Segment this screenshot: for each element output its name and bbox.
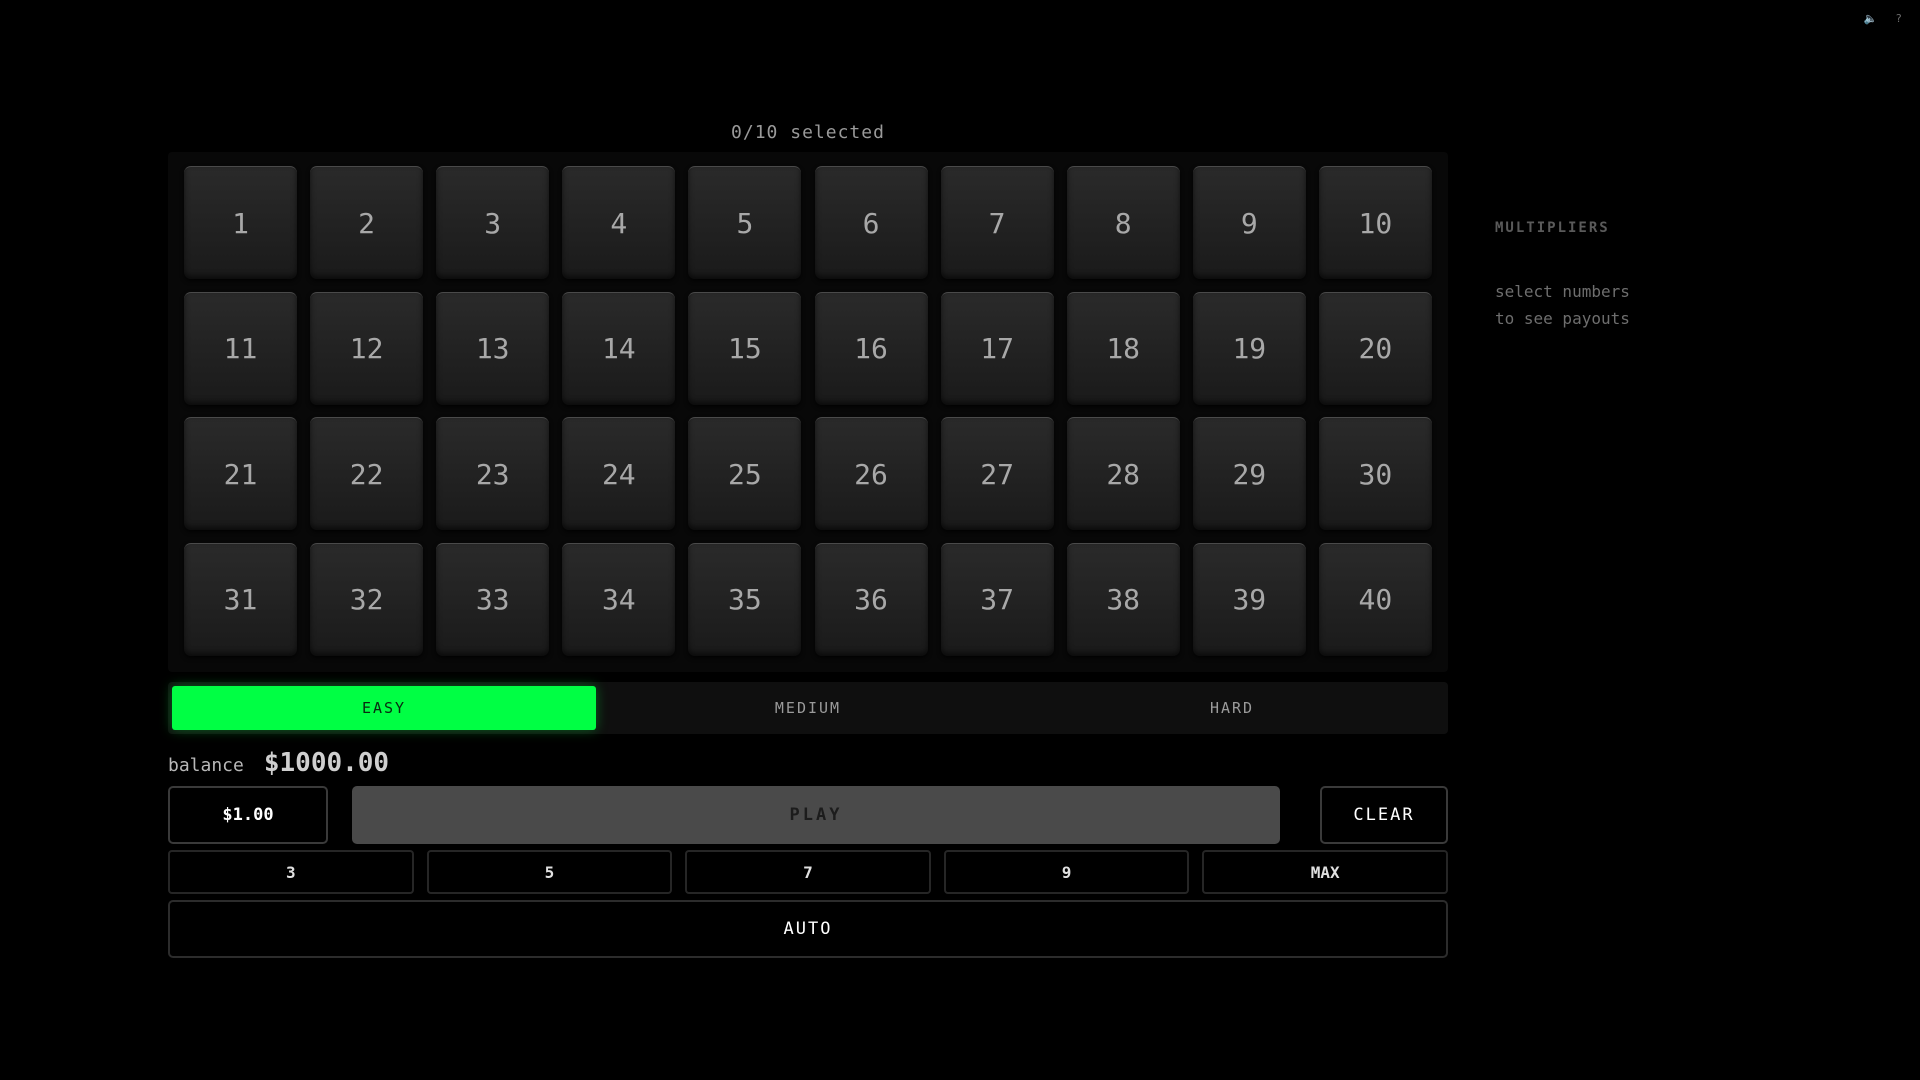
number-cell-17[interactable]: 17 <box>940 291 1054 405</box>
quick-pick-row: 3 5 7 9 MAX <box>168 850 1448 894</box>
number-cell-39[interactable]: 39 <box>1192 542 1306 656</box>
number-cell-24[interactable]: 24 <box>562 417 676 530</box>
quick-pick-max-button[interactable]: MAX <box>1202 850 1448 894</box>
number-cell-26[interactable]: 26 <box>814 417 928 530</box>
number-cell-5[interactable]: 5 <box>688 166 802 279</box>
number-cell-38[interactable]: 38 <box>1066 542 1180 656</box>
number-cell-23[interactable]: 23 <box>436 417 550 530</box>
top-icons: 🔈 ? <box>1864 12 1902 25</box>
quick-pick-9-button[interactable]: 9 <box>943 850 1190 894</box>
number-board: 1 2 3 4 5 6 7 8 9 10 11 12 13 14 15 16 17 18 19 20 21 22 23 24 2… <box>168 152 1448 672</box>
number-cell-8[interactable]: 8 <box>1066 166 1180 279</box>
multipliers-title: MULTIPLIERS <box>1495 220 1610 236</box>
number-cell-7[interactable]: 7 <box>940 166 1054 279</box>
clear-button[interactable]: CLEAR <box>1320 786 1448 844</box>
number-cell-20[interactable]: 20 <box>1318 291 1432 405</box>
balance-label: balance <box>168 755 244 776</box>
balance-row: balance $1000.00 <box>168 748 389 778</box>
number-cell-2[interactable]: 2 <box>310 166 424 279</box>
number-cell-27[interactable]: 27 <box>940 417 1054 530</box>
number-cell-18[interactable]: 18 <box>1066 291 1180 405</box>
balance-value: $1000.00 <box>263 748 390 778</box>
number-cell-10[interactable]: 10 <box>1318 166 1432 279</box>
number-cell-32[interactable]: 32 <box>310 542 424 656</box>
selection-count: 0/10 selected <box>731 122 885 143</box>
difficulty-selector: EASY MEDIUM HARD <box>168 682 1448 734</box>
number-cell-14[interactable]: 14 <box>562 291 676 405</box>
number-cell-12[interactable]: 12 <box>310 291 424 405</box>
number-cell-9[interactable]: 9 <box>1192 166 1306 279</box>
bet-row: $1.00 PLAY CLEAR <box>168 786 1448 844</box>
number-cell-11[interactable]: 11 <box>184 291 297 405</box>
number-cell-29[interactable]: 29 <box>1192 417 1306 530</box>
number-cell-30[interactable]: 30 <box>1318 417 1432 530</box>
play-button[interactable]: PLAY <box>352 786 1280 844</box>
quick-pick-7-button[interactable]: 7 <box>685 850 931 894</box>
number-cell-4[interactable]: 4 <box>562 166 676 279</box>
number-cell-40[interactable]: 40 <box>1318 542 1432 656</box>
number-cell-37[interactable]: 37 <box>940 542 1054 656</box>
number-cell-1[interactable]: 1 <box>184 166 297 279</box>
number-cell-6[interactable]: 6 <box>814 166 928 279</box>
number-cell-3[interactable]: 3 <box>436 166 550 279</box>
difficulty-easy-button[interactable]: EASY <box>172 686 596 730</box>
bet-amount-button[interactable]: $1.00 <box>168 786 328 844</box>
number-cell-16[interactable]: 16 <box>814 291 928 405</box>
difficulty-medium-button[interactable]: MEDIUM <box>596 686 1020 730</box>
number-cell-36[interactable]: 36 <box>814 542 928 656</box>
multipliers-hint-line1: select numbers <box>1495 282 1630 301</box>
number-cell-25[interactable]: 25 <box>688 417 802 530</box>
auto-button[interactable]: AUTO <box>168 900 1448 958</box>
number-cell-15[interactable]: 15 <box>688 291 802 405</box>
number-cell-13[interactable]: 13 <box>436 291 550 405</box>
sound-icon[interactable]: 🔈 <box>1864 12 1878 25</box>
multipliers-hint-line2: to see payouts <box>1495 309 1630 328</box>
number-cell-21[interactable]: 21 <box>184 417 297 530</box>
number-cell-19[interactable]: 19 <box>1192 291 1306 405</box>
number-cell-28[interactable]: 28 <box>1066 417 1180 530</box>
number-cell-35[interactable]: 35 <box>688 542 802 656</box>
number-cell-34[interactable]: 34 <box>562 542 676 656</box>
difficulty-hard-button[interactable]: HARD <box>1020 686 1444 730</box>
help-icon[interactable]: ? <box>1895 12 1902 25</box>
number-cell-22[interactable]: 22 <box>310 417 424 530</box>
quick-pick-5-button[interactable]: 5 <box>426 850 673 894</box>
quick-pick-3-button[interactable]: 3 <box>168 850 414 894</box>
number-cell-33[interactable]: 33 <box>436 542 550 656</box>
multipliers-panel: MULTIPLIERS select numbers to see payout… <box>1495 220 1795 332</box>
number-cell-31[interactable]: 31 <box>184 542 297 656</box>
